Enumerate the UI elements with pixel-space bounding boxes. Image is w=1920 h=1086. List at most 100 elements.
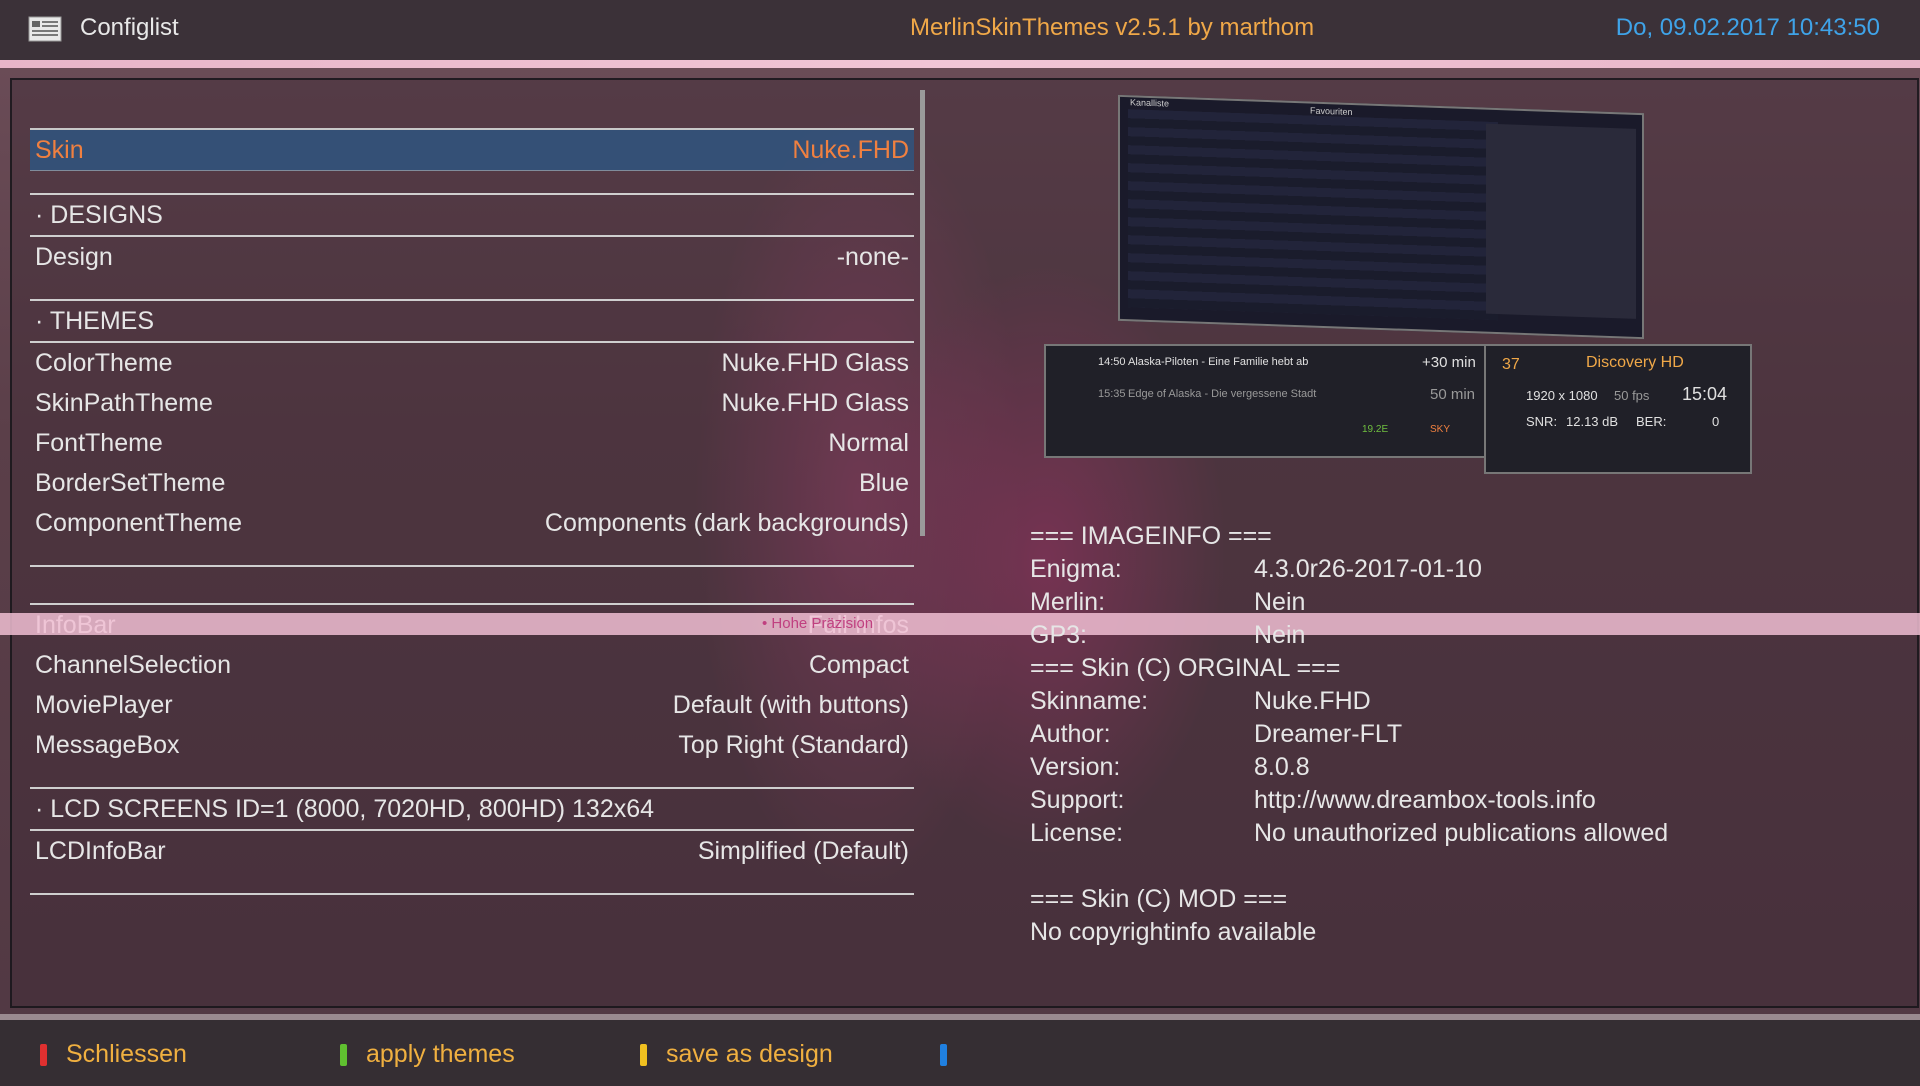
- row-value: Normal: [828, 429, 909, 457]
- info-value: Nein: [1254, 621, 1306, 649]
- config-row-colortheme[interactable]: ColorTheme Nuke.FHD Glass: [30, 343, 914, 383]
- row-value: Top Right (Standard): [678, 731, 909, 759]
- mod-text: No copyrightinfo available: [1030, 918, 1317, 946]
- config-row-movieplayer[interactable]: MoviePlayer Default (with buttons): [30, 685, 914, 725]
- window-title: Configlist: [80, 14, 179, 41]
- yellow-key-icon: [640, 1044, 647, 1066]
- preview-fps: 50 fps: [1614, 388, 1650, 403]
- row-value: Nuke.FHD Glass: [721, 389, 909, 417]
- row-value: Nuke.FHD Glass: [721, 349, 909, 377]
- blue-key-icon: [940, 1044, 947, 1066]
- imageinfo-header: === IMAGEINFO ===: [1030, 522, 1272, 550]
- preview-time: 15:04: [1682, 384, 1728, 404]
- row-label: BorderSetTheme: [35, 469, 226, 497]
- info-value: Nuke.FHD: [1254, 687, 1371, 715]
- info-key: Support:: [1030, 786, 1125, 814]
- config-list: Skin Nuke.FHD · DESIGNS Design -none- · …: [30, 128, 914, 895]
- config-row-messagebox[interactable]: MessageBox Top Right (Standard): [30, 725, 914, 765]
- info-key: Merlin:: [1030, 588, 1106, 616]
- preview-time-2: 15:35: [1098, 388, 1126, 400]
- section-designs: · DESIGNS: [30, 193, 914, 237]
- red-button-label: Schliessen: [66, 1040, 187, 1068]
- row-label: MoviePlayer: [35, 691, 173, 719]
- preview-ber-label: BER:: [1636, 414, 1667, 429]
- row-label: Skin: [35, 136, 84, 164]
- row-label: ColorTheme: [35, 349, 173, 377]
- preview-provider: SKY: [1430, 424, 1451, 435]
- row-value: Default (with buttons): [672, 691, 909, 719]
- config-row-componenttheme[interactable]: ComponentTheme Components (dark backgrou…: [30, 503, 914, 543]
- skin-original-header: === Skin (C) ORGINAL ===: [1030, 654, 1341, 682]
- list-bottom-divider: [30, 893, 914, 895]
- section-themes: · THEMES: [30, 299, 914, 343]
- info-value: 4.3.0r26-2017-01-10: [1254, 555, 1482, 583]
- app-title: MerlinSkinThemes v2.5.1 by marthom: [910, 14, 1315, 41]
- row-value: Components (dark backgrounds): [544, 509, 909, 537]
- config-row-lcdinfobar[interactable]: LCDInfoBar Simplified (Default): [30, 831, 914, 871]
- row-value: Blue: [858, 469, 909, 497]
- row-label: ChannelSelection: [35, 651, 231, 679]
- clock: Do, 09.02.2017 10:43:50: [1615, 14, 1880, 41]
- preview-prog-1: Alaska-Piloten - Eine Familie hebt ab: [1128, 356, 1309, 368]
- info-key: Enigma:: [1030, 555, 1122, 583]
- header-divider: [0, 60, 1920, 68]
- section-label: · DESIGNS: [35, 201, 163, 229]
- preview-ber: 0: [1712, 414, 1720, 429]
- footer-bar: Schliessen apply themes save as design: [0, 1014, 1920, 1086]
- info-key: Skinname:: [1030, 687, 1149, 715]
- config-row-fonttheme[interactable]: FontTheme Normal: [30, 423, 914, 463]
- config-row-bordersettheme[interactable]: BorderSetTheme Blue: [30, 463, 914, 503]
- row-label: Design: [35, 243, 113, 271]
- preview-snr-label: SNR:: [1526, 414, 1558, 429]
- preview-rem-2: 50 min: [1430, 386, 1476, 403]
- red-key-icon: [40, 1044, 47, 1066]
- row-value: Compact: [808, 651, 909, 679]
- info-value: Nein: [1254, 588, 1306, 616]
- green-key-icon: [340, 1044, 347, 1066]
- green-button-label: apply themes: [366, 1040, 515, 1068]
- row-label: MessageBox: [35, 731, 180, 759]
- preview-channelinfo: 37 Discovery HD 1920 x 1080 50 fps 15:04…: [1484, 344, 1752, 474]
- info-value: 8.0.8: [1254, 753, 1310, 781]
- config-row-channelselection[interactable]: ChannelSelection Compact: [30, 645, 914, 685]
- preview-ch-num: 37: [1502, 356, 1520, 373]
- row-label: ComponentTheme: [35, 509, 243, 537]
- row-value: Simplified (Default): [697, 837, 909, 865]
- preview-rem-1: +30 min: [1422, 354, 1476, 371]
- preview-time-1: 14:50: [1098, 356, 1126, 368]
- preview-res: 1920 x 1080: [1526, 388, 1598, 403]
- info-key: Version:: [1030, 753, 1121, 781]
- preview-prog-2: Edge of Alaska - Die vergessene Stadt: [1128, 388, 1317, 400]
- config-row-design[interactable]: Design -none-: [30, 237, 914, 277]
- section-label: · THEMES: [35, 307, 154, 335]
- config-row-skin[interactable]: Skin Nuke.FHD: [30, 128, 914, 171]
- scrollbar[interactable]: [920, 90, 925, 536]
- header-bar: Configlist MerlinSkinThemes v2.5.1 by ma…: [0, 0, 1920, 68]
- overlay-text: • Hohe Präzision: [762, 615, 874, 632]
- info-value: No unauthorized publications allowed: [1254, 819, 1669, 847]
- preview-sat: 19.2E: [1362, 424, 1389, 435]
- info-value: Dreamer-FLT: [1254, 720, 1403, 748]
- row-value: -none-: [836, 243, 909, 271]
- info-value: http://www.dreambox-tools.info: [1254, 786, 1596, 814]
- info-key: Author:: [1030, 720, 1111, 748]
- row-label: LCDInfoBar: [35, 837, 166, 865]
- preview-snr: 12.13 dB: [1566, 414, 1619, 429]
- config-row-skinpaththeme[interactable]: SkinPathTheme Nuke.FHD Glass: [30, 383, 914, 423]
- info-panel: === IMAGEINFO === Enigma: 4.3.0r26-2017-0…: [1030, 520, 1890, 949]
- section-lcd-screens: · LCD SCREENS ID=1 (8000, 7020HD, 800HD)…: [30, 787, 914, 831]
- skin-mod-header: === Skin (C) MOD ===: [1030, 885, 1288, 913]
- preview-epg: [1486, 123, 1636, 319]
- row-label: FontTheme: [35, 429, 163, 457]
- section-label: · LCD SCREENS ID=1 (8000, 7020HD, 800HD)…: [35, 795, 655, 823]
- preview-list: [1128, 109, 1498, 321]
- preview-infobar: 14:50 Alaska-Piloten - Eine Familie hebt…: [1044, 344, 1488, 458]
- list-icon: [28, 16, 62, 42]
- info-key: License:: [1030, 819, 1124, 847]
- preview-ch-name: Discovery HD: [1586, 354, 1684, 371]
- row-value: Nuke.FHD: [792, 136, 909, 164]
- preview-title: Kanalliste: [1130, 97, 1170, 109]
- row-label: SkinPathTheme: [35, 389, 213, 417]
- yellow-button-label: save as design: [666, 1040, 833, 1068]
- preview-channellist: Kanalliste Favouriten: [1118, 94, 1644, 340]
